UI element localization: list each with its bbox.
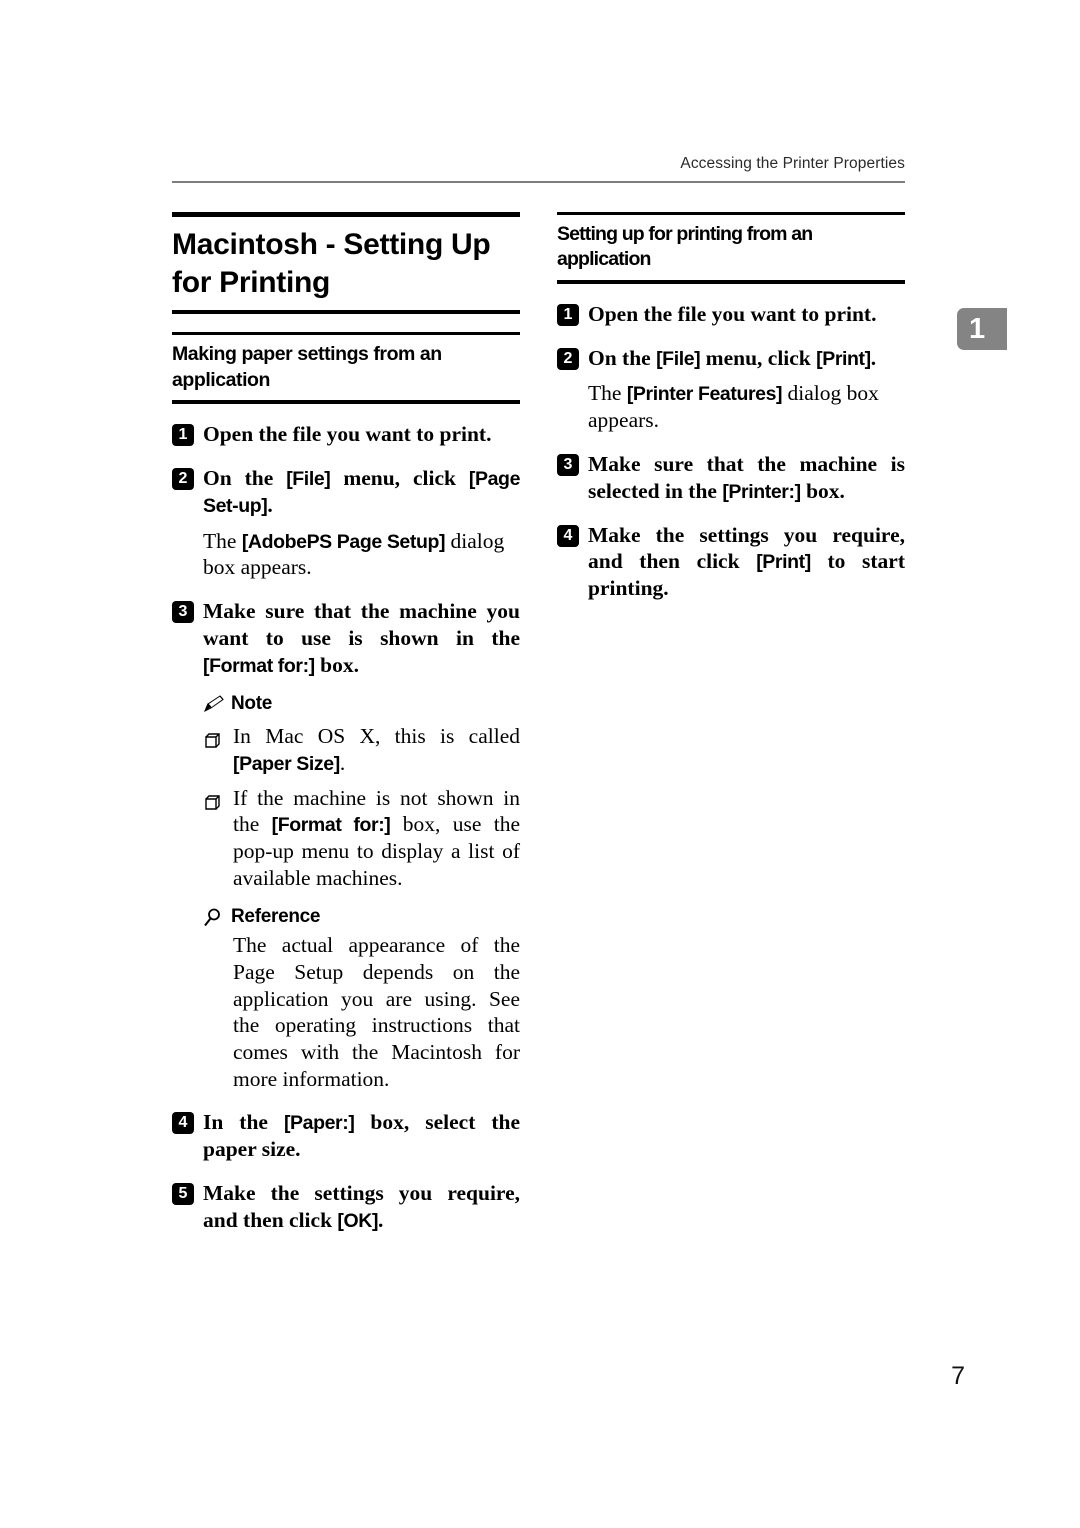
step-text: Make sure that the machine you want to u… xyxy=(203,598,520,677)
ui-element-label: [Printer Features] xyxy=(626,383,783,406)
note-list-item: If the machine is not shown in the [Form… xyxy=(203,785,520,892)
step-explanation: The [AdobePS Page Setup] dialog box appe… xyxy=(203,528,505,580)
note-label: Note xyxy=(231,693,273,715)
reference-text: The actual appearance of the Page Setup … xyxy=(233,933,520,1091)
step-item: 4 In the [Paper:] box, select the paper … xyxy=(172,1109,520,1163)
ui-element-label: [Format for:] xyxy=(271,814,391,837)
left-column: Macintosh - Setting Up for Printing Maki… xyxy=(172,212,520,1234)
ui-element-label: [File] xyxy=(656,347,701,370)
reference-callout: Reference The actual appearance of the P… xyxy=(203,906,520,1092)
ui-element-label: [Paper Size] xyxy=(233,753,340,776)
ui-element-label: [Format for:] xyxy=(203,654,315,677)
chapter-tab-marker: 1 xyxy=(957,308,1007,350)
note-list-item: In Mac OS X, this is called [Paper Size]… xyxy=(203,723,520,776)
page-number: 7 xyxy=(951,1362,965,1390)
ui-element-label: [OK] xyxy=(337,1209,379,1232)
step-text: On the [File] menu, click [Page Set-up]. xyxy=(203,465,521,517)
ui-element-label: [Print] xyxy=(756,551,811,574)
note-item-text: In Mac OS X, this is called [Paper Size]… xyxy=(233,724,520,776)
reference-heading: Reference xyxy=(203,906,520,928)
step-number-badge: 4 xyxy=(172,1112,194,1135)
step-text: Make the settings you require, and then … xyxy=(588,522,905,601)
section-heading-setting-up-printing: Setting up for printing from an applicat… xyxy=(557,223,813,271)
right-column: Setting up for printing from an applicat… xyxy=(557,212,905,602)
step-item: 1 Open the file you want to print. xyxy=(172,421,520,448)
note-item-text: If the machine is not shown in the [Form… xyxy=(233,785,520,890)
step-text: Open the file you want to print. xyxy=(588,301,877,326)
step-text: Open the file you want to print. xyxy=(203,421,492,446)
step-item: 3 Make sure that the machine you want to… xyxy=(172,598,520,679)
box-bullet-icon xyxy=(205,728,220,749)
ui-element-label: [AdobePS Page Setup] xyxy=(241,530,446,553)
step-item: 4 Make the settings you require, and the… xyxy=(557,522,905,603)
step-number-badge: 1 xyxy=(557,303,579,326)
step-number-badge: 3 xyxy=(557,453,579,476)
header-divider xyxy=(172,181,905,183)
section-heading-making-paper-settings: Making paper settings from an applicatio… xyxy=(172,343,442,391)
box-bullet-icon xyxy=(205,790,220,810)
step-number-badge: 2 xyxy=(557,347,579,370)
running-header: Accessing the Printer Properties xyxy=(680,155,905,172)
magnifier-icon xyxy=(203,908,225,927)
step-item: 2 On the [File] menu, click [Print]. xyxy=(557,345,905,372)
step-number-badge: 1 xyxy=(172,423,194,446)
note-heading: Note xyxy=(203,693,520,715)
page-title: Macintosh - Setting Up for Printing xyxy=(172,228,491,300)
step-explanation: The [Printer Features] dialog box appear… xyxy=(588,381,879,433)
step-text: Make the settings you require, and then … xyxy=(203,1181,520,1232)
note-list: In Mac OS X, this is called [Paper Size]… xyxy=(203,723,520,891)
step-item: 5 Make the settings you require, and the… xyxy=(172,1180,520,1234)
pencil-icon xyxy=(203,695,225,714)
step-text: On the [File] menu, click [Print]. xyxy=(588,345,877,370)
step-text: In the [Paper:] box, select the paper si… xyxy=(203,1110,521,1162)
right-section-rule-bottom xyxy=(557,279,905,284)
step-item: 2 On the [File] menu, click [Page Set-up… xyxy=(172,465,520,519)
note-callout: Note In Mac OS X, this is called [Paper … xyxy=(203,693,520,891)
right-section-rule-top xyxy=(557,212,905,215)
ui-element-label: [Printer:] xyxy=(722,480,801,503)
chapter-title-rule-top xyxy=(172,212,520,217)
step-item: 3 Make sure that the machine is selected… xyxy=(557,451,905,505)
section-title-rule-top xyxy=(172,332,520,336)
ui-element-label: [Print] xyxy=(816,347,871,370)
step-number-badge: 4 xyxy=(557,524,579,547)
reference-body: The actual appearance of the Page Setup … xyxy=(233,932,520,1092)
section-title-rule-bottom xyxy=(172,399,520,404)
step-number-badge: 3 xyxy=(172,600,194,623)
step-number-badge: 5 xyxy=(172,1183,194,1206)
step-number-badge: 2 xyxy=(172,467,194,490)
step-item: 1 Open the file you want to print. xyxy=(557,301,905,328)
ui-element-label: [Paper:] xyxy=(283,1112,355,1135)
step-text: Make sure that the machine is selected i… xyxy=(588,451,905,503)
ui-element-label: [File] xyxy=(286,467,331,490)
reference-label: Reference xyxy=(231,906,321,928)
